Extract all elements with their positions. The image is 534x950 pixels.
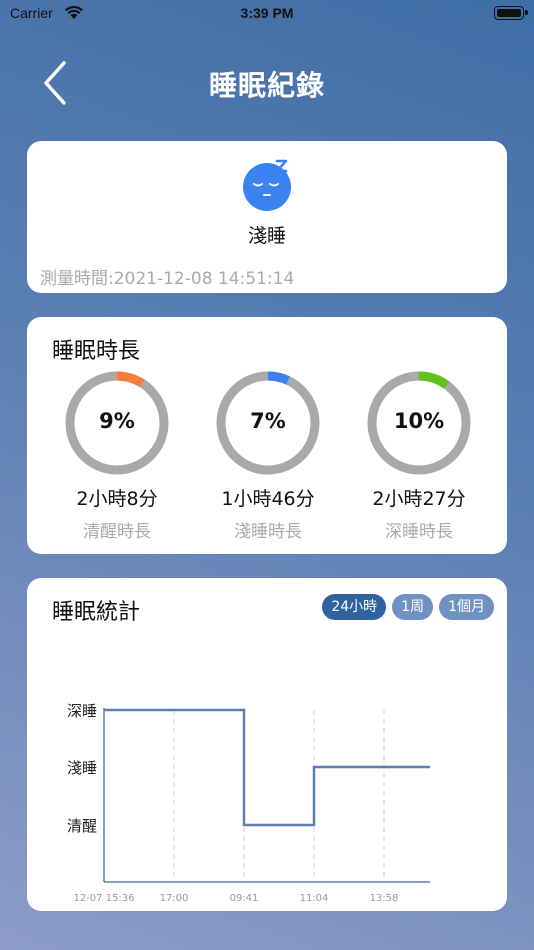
sleep-stats-card: 睡眠統計 24小時 1周 1個月 清醒 淺睡 深睡 12-07 15:36 17:00 0… — [27, 578, 507, 911]
sleep-state-label: 淺睡 — [247, 225, 286, 247]
status-bar: Carrier 3:39 PM — [0, 0, 534, 28]
y-tick-label: 清醒 — [67, 817, 97, 835]
y-tick-label: 深睡 — [67, 702, 97, 720]
sleep-duration-card: 睡眠時長 9% 2小時8分 清醒時長 7% 1小時46分 淺睡時長 10% 2小… — [27, 317, 507, 554]
deep-sleep-duration: 2小時27分 — [372, 488, 466, 510]
measure-time: 測量時間:2021-12-08 14:51:14 — [40, 269, 295, 289]
x-tick-label: 09:41 — [230, 893, 259, 904]
x-tick-label: 11:04 — [300, 893, 329, 904]
sleep-summary-card: 淺睡 測量時間:2021-12-08 14:51:14 — [27, 141, 507, 293]
battery-icon — [494, 6, 528, 20]
page-title: 睡眠紀錄 — [208, 69, 325, 102]
sleep-stage-chart: 清醒 淺睡 深睡 12-07 15:36 17:00 09:41 11:04 13:58 — [67, 702, 430, 904]
deep-sleep-ring: 10% — [365, 369, 473, 477]
sleep-stage-line — [104, 708, 430, 827]
light-sleep-duration: 1小時46分 — [221, 488, 315, 510]
sleeping-face-icon — [241, 157, 295, 211]
x-tick-label: 13:58 — [370, 893, 399, 904]
light-sleep-percent: 7% — [250, 409, 286, 433]
deep-sleep-percent: 10% — [393, 409, 445, 433]
y-tick-label: 淺睡 — [67, 759, 97, 777]
x-tick-label: 12-07 15:36 — [73, 893, 134, 904]
duration-title: 睡眠時長 — [52, 339, 141, 364]
light-sleep-ring: 7% — [214, 369, 322, 477]
awake-label: 清醒時長 — [83, 522, 151, 542]
awake-ring: 9% — [63, 369, 171, 477]
status-time: 3:39 PM — [240, 5, 294, 21]
awake-percent: 9% — [99, 409, 135, 433]
awake-duration: 2小時8分 — [76, 488, 158, 510]
deep-sleep-label: 深睡時長 — [385, 522, 453, 542]
x-tick-label: 17:00 — [160, 893, 189, 904]
light-sleep-label: 淺睡時長 — [234, 522, 302, 542]
